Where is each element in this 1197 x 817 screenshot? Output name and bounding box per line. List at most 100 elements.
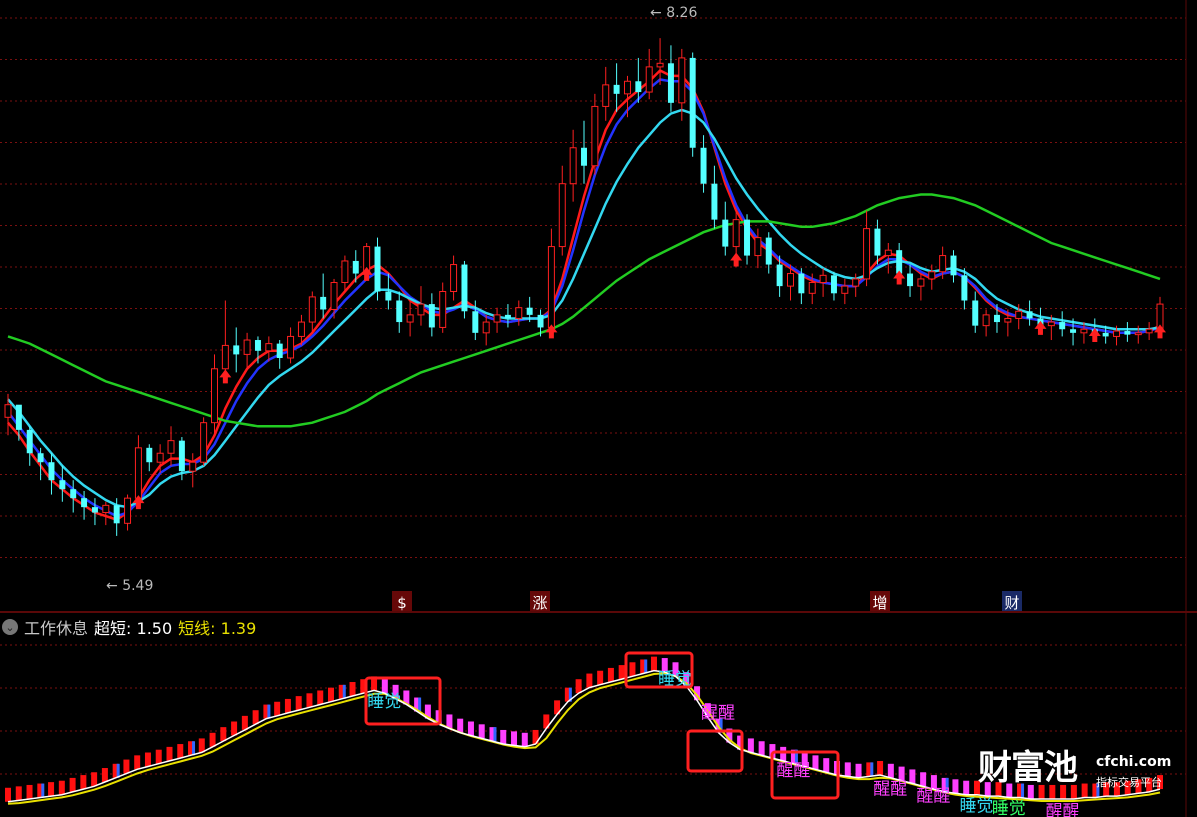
watermark-subtitle: 指标交易平台 bbox=[1096, 776, 1162, 789]
candle-body bbox=[341, 260, 349, 284]
candle-body bbox=[993, 314, 1000, 323]
candle-body bbox=[417, 303, 425, 316]
candle-body bbox=[1026, 311, 1033, 319]
candle-body bbox=[1080, 328, 1088, 334]
candle-body bbox=[482, 321, 490, 334]
candle-body bbox=[1145, 328, 1153, 334]
signal-bar bbox=[521, 732, 528, 747]
candle-body bbox=[70, 489, 77, 499]
candle-body bbox=[320, 296, 327, 310]
candle-body bbox=[1113, 330, 1121, 337]
candle-body bbox=[537, 314, 544, 328]
candle-body bbox=[189, 461, 197, 472]
candle-body bbox=[841, 285, 849, 294]
signal-bar bbox=[241, 715, 248, 730]
candle-body bbox=[146, 447, 153, 463]
up-arrow-icon bbox=[730, 252, 743, 267]
candle-body bbox=[200, 422, 208, 463]
candle-body bbox=[852, 278, 860, 287]
signal-bar bbox=[327, 687, 334, 702]
signal-bar bbox=[306, 693, 313, 708]
event-marker[interactable]: 增 bbox=[872, 594, 887, 612]
candle-body bbox=[1015, 310, 1023, 319]
signal-bar bbox=[295, 696, 302, 711]
candle-body bbox=[787, 273, 794, 287]
candle-body bbox=[558, 183, 566, 248]
candle-body bbox=[569, 147, 577, 185]
signal-bar bbox=[855, 763, 862, 778]
candle-body bbox=[972, 300, 979, 326]
candle-body bbox=[178, 440, 185, 472]
candle-body bbox=[744, 219, 751, 256]
candle-body bbox=[1070, 329, 1077, 333]
signal-bar bbox=[780, 746, 787, 761]
candle-body bbox=[917, 278, 925, 287]
signal-bar-accent bbox=[418, 697, 422, 712]
signal-bar bbox=[91, 772, 98, 787]
signal-bar-accent bbox=[267, 704, 271, 719]
candle-body bbox=[59, 480, 66, 490]
signal-bar bbox=[381, 679, 388, 694]
candle-body bbox=[656, 62, 664, 68]
signal-bar bbox=[134, 755, 141, 770]
candle-body bbox=[1134, 332, 1142, 336]
signal-bar bbox=[48, 782, 55, 797]
candle-body bbox=[950, 255, 957, 276]
candle-body bbox=[134, 447, 142, 499]
signal-bar bbox=[80, 775, 87, 790]
candle-body bbox=[37, 453, 44, 463]
signal-label: 醒醒 bbox=[916, 786, 950, 806]
candle-body bbox=[461, 264, 468, 312]
candle-body bbox=[526, 307, 533, 315]
signal-bar bbox=[618, 665, 625, 680]
candle-body bbox=[776, 264, 783, 287]
signal-bar bbox=[26, 784, 33, 799]
signal-bar bbox=[747, 738, 754, 753]
signal-bar bbox=[823, 758, 830, 773]
candle-body bbox=[243, 339, 251, 355]
event-marker[interactable]: 涨 bbox=[532, 594, 547, 612]
candle-body bbox=[352, 260, 359, 274]
candle-body bbox=[939, 255, 947, 273]
candle-body bbox=[602, 84, 610, 107]
signal-bar bbox=[198, 738, 205, 753]
candle-body bbox=[667, 63, 674, 103]
candle-body bbox=[330, 282, 338, 310]
candle-body bbox=[124, 497, 132, 524]
signal-bar-accent bbox=[493, 727, 497, 742]
candle-body bbox=[439, 291, 447, 328]
signal-bar bbox=[252, 710, 259, 725]
candle-body bbox=[156, 452, 164, 463]
buy-signal-arrows bbox=[132, 252, 1166, 510]
candle-body bbox=[374, 246, 381, 292]
signal-bar bbox=[650, 656, 657, 671]
chart-canvas: $ 涨增财 睡觉睡觉醒醒醒醒醒醒 醒醒 睡觉睡觉 醒醒 ← 8.26 ← 5.49 bbox=[0, 0, 1197, 817]
signal-bar bbox=[909, 769, 916, 784]
candle-body bbox=[113, 505, 120, 524]
signal-bar bbox=[920, 772, 927, 787]
candle-body bbox=[287, 335, 295, 359]
candle-body bbox=[830, 275, 837, 294]
candle-body bbox=[863, 228, 871, 280]
candle-body bbox=[711, 183, 718, 220]
candle-body bbox=[4, 404, 12, 418]
candle-body bbox=[907, 273, 914, 287]
indicator-legend: ⌄ 工作休息 超短: 1.50 短线: 1.39 bbox=[2, 616, 256, 638]
watermark-logo: 财富池 cfchi.com 指标交易平台 bbox=[978, 748, 1171, 794]
candle-body bbox=[472, 311, 479, 333]
event-marker[interactable]: 财 bbox=[1004, 594, 1019, 612]
signal-bar bbox=[69, 777, 76, 792]
signal-bar-accent bbox=[870, 762, 874, 777]
signal-bar bbox=[144, 752, 151, 767]
candle-body bbox=[613, 84, 620, 94]
signal-label: 睡觉 bbox=[992, 799, 1026, 817]
candle-body bbox=[581, 147, 587, 166]
candle-body bbox=[819, 274, 827, 284]
legend-item-short: 短线: 1.39 bbox=[178, 619, 257, 638]
signal-bar bbox=[607, 667, 614, 682]
event-marker[interactable]: $ bbox=[397, 594, 407, 612]
candle-body bbox=[385, 291, 392, 301]
candle-body bbox=[961, 275, 968, 301]
signal-bar bbox=[155, 749, 162, 764]
collapse-icon[interactable]: ⌄ bbox=[2, 619, 18, 635]
